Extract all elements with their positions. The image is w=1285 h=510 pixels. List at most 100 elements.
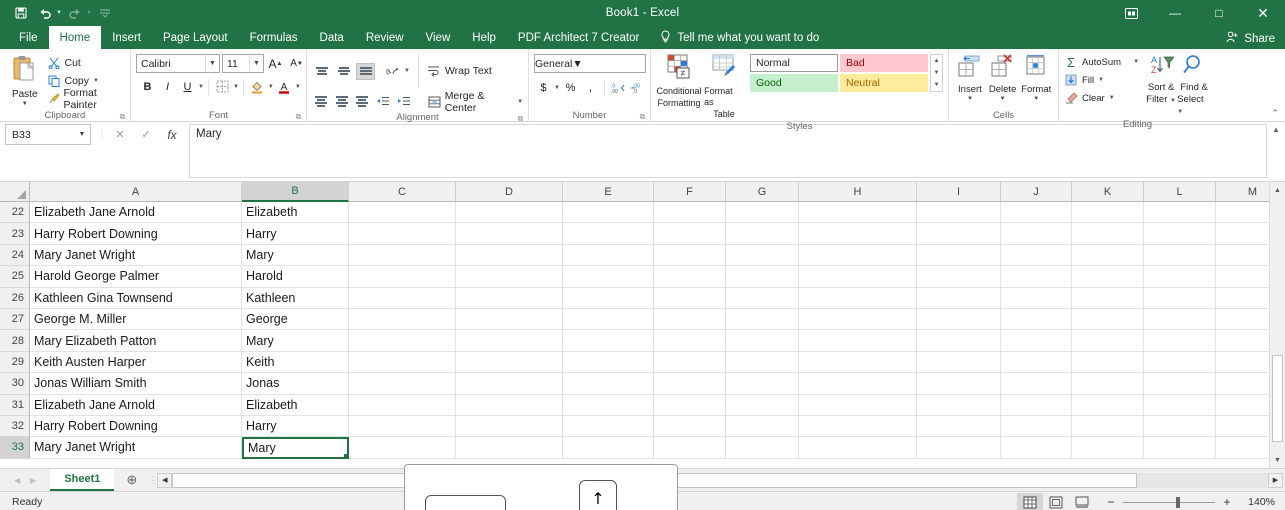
cell-A25[interactable]: Harold George Palmer (30, 266, 242, 288)
cell-C24[interactable] (349, 244, 456, 267)
zoom-slider-thumb[interactable] (1176, 496, 1180, 508)
underline-button[interactable]: U (178, 77, 197, 96)
format-cells-dropdown-icon[interactable]: ▼ (1033, 96, 1039, 102)
align-center-button[interactable] (333, 93, 351, 110)
cell-B27[interactable]: George (242, 308, 349, 331)
cell-A33[interactable]: Mary Janet Wright (30, 437, 242, 459)
cell-E22[interactable] (563, 202, 654, 224)
cell-H28[interactable] (799, 330, 917, 352)
cell-K29[interactable] (1072, 351, 1144, 374)
cell-E31[interactable] (563, 394, 654, 416)
comma-format-button[interactable]: , (581, 78, 600, 97)
cell-G33[interactable] (726, 437, 799, 459)
cell-E25[interactable] (563, 266, 654, 288)
cell-J24[interactable] (1001, 244, 1072, 267)
clear-dropdown-icon[interactable]: ▼ (1109, 95, 1115, 101)
cell-I33[interactable] (917, 437, 1001, 459)
cell-K31[interactable] (1072, 394, 1144, 416)
cell-K30[interactable] (1072, 373, 1144, 395)
copy-dropdown-icon[interactable]: ▼ (93, 78, 99, 84)
column-header-I[interactable]: I (917, 182, 1001, 202)
cell-C27[interactable] (349, 308, 456, 331)
borders-dropdown-icon[interactable]: ▼ (233, 84, 239, 90)
cell-L29[interactable] (1144, 351, 1216, 374)
cell-A29[interactable]: Keith Austen Harper (30, 351, 242, 374)
decrease-decimal-button[interactable]: .00.0 (629, 78, 648, 97)
cell-F32[interactable] (654, 415, 726, 438)
row-header-27[interactable]: 27 (0, 308, 30, 331)
cell-A28[interactable]: Mary Elizabeth Patton (30, 330, 242, 352)
cell-D24[interactable] (456, 244, 563, 267)
cell-F23[interactable] (654, 223, 726, 245)
sheet-tab-sheet1[interactable]: Sheet1 (50, 469, 115, 491)
cell-G22[interactable] (726, 202, 799, 224)
cell-J31[interactable] (1001, 394, 1072, 416)
cell-J29[interactable] (1001, 351, 1072, 374)
cell-C26[interactable] (349, 287, 456, 309)
cell-A24[interactable]: Mary Janet Wright (30, 244, 242, 267)
align-left-button[interactable] (312, 93, 330, 110)
clear-button[interactable]: Clear ▼ (1064, 89, 1139, 107)
fill-color-dropdown-icon[interactable]: ▼ (268, 84, 274, 90)
column-header-D[interactable]: D (456, 182, 563, 202)
cell-E30[interactable] (563, 373, 654, 395)
tab-help[interactable]: Help (461, 26, 507, 49)
cell-G31[interactable] (726, 394, 799, 416)
accounting-format-button[interactable]: $ (534, 78, 553, 97)
align-right-button[interactable] (354, 93, 372, 110)
cancel-entry-button[interactable]: ✕ (107, 124, 133, 145)
cell-K32[interactable] (1072, 415, 1144, 438)
insert-cells-dropdown-icon[interactable]: ▼ (967, 96, 973, 102)
zoom-control[interactable]: − + 140% (1105, 495, 1275, 509)
cell-E32[interactable] (563, 415, 654, 438)
gallery-scroll-up-icon[interactable]: ▲ (931, 55, 942, 67)
cell-K22[interactable] (1072, 202, 1144, 224)
column-header-A[interactable]: A (30, 182, 242, 202)
gallery-more-icon[interactable]: ▼ (931, 79, 942, 91)
select-all-corner[interactable] (0, 182, 30, 202)
cell-K25[interactable] (1072, 266, 1144, 288)
cell-style-neutral[interactable]: Neutral (840, 74, 928, 92)
zoom-level-label[interactable]: 140% (1239, 496, 1275, 508)
ribbon-display-options-icon[interactable] (1109, 0, 1153, 26)
fill-dropdown-icon[interactable]: ▼ (1098, 77, 1104, 83)
cell-F27[interactable] (654, 308, 726, 331)
row-header-22[interactable]: 22 (0, 202, 30, 224)
tab-data[interactable]: Data (309, 26, 355, 49)
find-select-button[interactable]: Find & Select ▼ (1177, 52, 1211, 118)
cell-K24[interactable] (1072, 244, 1144, 267)
tab-formulas[interactable]: Formulas (239, 26, 309, 49)
cell-I30[interactable] (917, 373, 1001, 395)
font-size-combobox[interactable]: 11 ▼ (222, 54, 264, 73)
cell-E29[interactable] (563, 351, 654, 374)
cell-L26[interactable] (1144, 287, 1216, 309)
cell-I23[interactable] (917, 223, 1001, 245)
cell-J30[interactable] (1001, 373, 1072, 395)
cell-C30[interactable] (349, 373, 456, 395)
cell-F28[interactable] (654, 330, 726, 352)
orientation-dropdown-icon[interactable]: ▼ (404, 68, 410, 74)
insert-function-button[interactable]: fx (159, 124, 185, 145)
cell-C29[interactable] (349, 351, 456, 374)
scroll-left-icon[interactable]: ◀ (157, 472, 173, 488)
cell-D32[interactable] (456, 415, 563, 438)
cell-K33[interactable] (1072, 437, 1144, 459)
cell-B32[interactable]: Harry (242, 415, 349, 438)
row-header-26[interactable]: 26 (0, 287, 30, 309)
name-box-dropdown-icon[interactable]: ▼ (74, 131, 90, 138)
cell-H29[interactable] (799, 351, 917, 374)
tab-insert[interactable]: Insert (101, 26, 152, 49)
cell-L32[interactable] (1144, 415, 1216, 438)
cell-G29[interactable] (726, 351, 799, 374)
cell-H30[interactable] (799, 373, 917, 395)
align-bottom-button[interactable] (356, 62, 375, 80)
page-break-view-button[interactable] (1069, 493, 1095, 510)
cell-B30[interactable]: Jonas (242, 373, 349, 395)
cell-G28[interactable] (726, 330, 799, 352)
cell-C23[interactable] (349, 223, 456, 245)
gallery-scroll-down-icon[interactable]: ▼ (931, 67, 942, 79)
accounting-dropdown-icon[interactable]: ▼ (554, 85, 560, 91)
cell-I31[interactable] (917, 394, 1001, 416)
cell-G23[interactable] (726, 223, 799, 245)
font-name-combobox[interactable]: Calibri ▼ (136, 54, 220, 73)
